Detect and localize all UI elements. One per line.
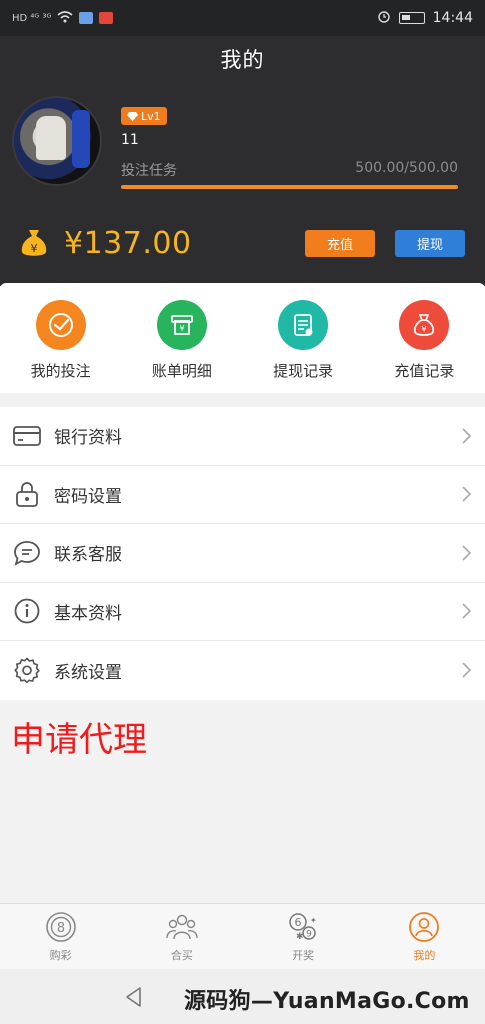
tab-mine[interactable]: 我的	[364, 904, 485, 969]
tab-group-buy[interactable]: 合买	[121, 904, 242, 969]
task-label: 投注任务	[121, 163, 177, 179]
network-indicator: HD ⁴ᴳ ³ᴳ	[12, 12, 52, 24]
tab-draw-results[interactable]: 6 9 ✱ ✦ 开奖	[243, 904, 364, 969]
chevron-right-icon	[462, 428, 471, 444]
menu-item-bank-info[interactable]: 银行资料	[0, 407, 485, 466]
svg-text:¥: ¥	[422, 325, 427, 334]
battery-icon	[398, 12, 425, 24]
menu-item-basic-info[interactable]: 基本资料	[0, 583, 485, 641]
svg-text:✦: ✦	[310, 916, 317, 925]
tab-label: 开奖	[292, 949, 315, 962]
chevron-right-icon	[462, 545, 471, 561]
chat-icon	[12, 538, 42, 568]
tab-label: 我的	[413, 949, 436, 962]
tab-buy-lottery[interactable]: 8 购彩	[0, 904, 121, 969]
chevron-right-icon	[462, 486, 471, 502]
quick-actions: 我的投注 ¥ 账单明细 提现记录 ¥ 充值记录	[0, 283, 485, 393]
back-triangle-icon[interactable]	[122, 985, 146, 1009]
checkmark-icon	[35, 300, 86, 350]
svg-text:¥: ¥	[31, 242, 38, 255]
group-icon	[166, 914, 198, 940]
task-progress-bar	[121, 185, 458, 189]
app-notification-icon-2	[99, 12, 114, 24]
svg-text:9: 9	[306, 930, 312, 940]
chevron-right-icon	[462, 603, 471, 619]
page-title: 我的	[220, 48, 265, 72]
recharge-button[interactable]: 充值	[305, 230, 375, 257]
quick-label: 提现记录	[273, 362, 334, 380]
clock: 14:44	[432, 10, 473, 26]
menu-label: 银行资料	[54, 428, 122, 449]
quick-my-bets[interactable]: 我的投注	[0, 283, 121, 393]
money-bag-icon: ¥	[21, 230, 47, 256]
profile-icon	[409, 912, 440, 942]
balance-amount: ¥137.00	[64, 226, 192, 261]
quick-label: 充值记录	[394, 362, 455, 380]
menu-label: 联系客服	[54, 545, 122, 566]
info-icon	[12, 596, 42, 626]
chevron-right-icon	[462, 662, 471, 678]
task-progress-text: 500.00/500.00	[355, 160, 458, 176]
level-badge: Lv1	[121, 107, 167, 125]
alarm-icon	[377, 9, 391, 27]
record-icon	[278, 300, 329, 350]
svg-text:6: 6	[295, 916, 302, 929]
system-nav-bar: 源码狗—YuanMaGo.Com	[0, 969, 485, 1024]
wifi-icon	[57, 10, 73, 26]
menu-label: 基本资料	[54, 603, 122, 624]
quick-label: 我的投注	[30, 362, 91, 380]
menu-item-password[interactable]: 密码设置	[0, 466, 485, 524]
menu-label: 密码设置	[54, 486, 122, 507]
tab-label: 购彩	[49, 949, 72, 962]
watermark-text: 源码狗—YuanMaGo.Com	[184, 989, 470, 1014]
bank-card-icon	[12, 421, 42, 451]
svg-text:¥: ¥	[179, 324, 184, 333]
menu-label: 系统设置	[54, 662, 122, 683]
quick-label: 账单明细	[151, 362, 212, 380]
quick-withdraw-records[interactable]: 提现记录	[243, 283, 364, 393]
quick-bill-details[interactable]: ¥ 账单明细	[121, 283, 242, 393]
svg-text:8: 8	[56, 921, 64, 936]
settings-menu: 银行资料 密码设置 联系客服 基本资料 系统设置	[0, 407, 485, 700]
gear-icon	[12, 655, 42, 685]
bottom-tab-bar: 8 购彩 合买 6 9 ✱ ✦ 开奖 我的	[0, 903, 485, 969]
level-label: Lv1	[141, 109, 161, 123]
lock-icon	[12, 479, 42, 509]
app-notification-icon	[79, 12, 94, 24]
lottery-ball-icon: 8	[45, 912, 76, 942]
status-bar: HD ⁴ᴳ ³ᴳ 14:44	[0, 0, 485, 36]
apply-agent-link[interactable]: 申请代理	[11, 712, 147, 761]
svg-text:✱: ✱	[296, 932, 304, 942]
quick-recharge-records[interactable]: ¥ 充值记录	[364, 283, 485, 393]
bill-icon: ¥	[156, 300, 207, 350]
money-bag-icon: ¥	[399, 300, 450, 350]
task-progress-fill	[121, 185, 458, 189]
menu-item-system-settings[interactable]: 系统设置	[0, 641, 485, 700]
menu-item-customer-service[interactable]: 联系客服	[0, 524, 485, 583]
tab-label: 合买	[170, 949, 193, 962]
draw-numbers-icon: 69✱ ✦	[289, 913, 317, 942]
status-icons: HD ⁴ᴳ ³ᴳ	[12, 10, 114, 26]
username: 11	[121, 132, 139, 148]
withdraw-button[interactable]: 提现	[395, 230, 465, 257]
diamond-icon	[127, 111, 138, 121]
avatar[interactable]	[14, 98, 100, 184]
profile-header: 我的 Lv1 11 投注任务 500.00/500.00 ¥ ¥137.00 充…	[0, 36, 485, 286]
